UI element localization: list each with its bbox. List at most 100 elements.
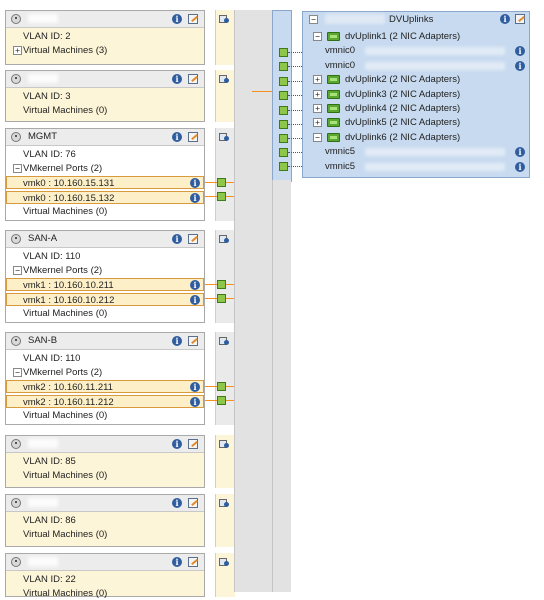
expandable-row[interactable]: − VMkernel Ports (2) bbox=[6, 162, 204, 175]
vmkernel-port-row[interactable]: vmk2 : 10.160.11.212 i bbox=[6, 394, 204, 408]
row-label: Virtual Machines (0) bbox=[23, 470, 108, 482]
port-group[interactable]: i VLAN ID: 22 Virtual Machines (0) bbox=[5, 553, 205, 599]
info-icon[interactable]: i bbox=[172, 14, 182, 24]
row-label: Virtual Machines (0) bbox=[23, 529, 108, 541]
vmkernel-port-connector[interactable] bbox=[217, 177, 226, 187]
edit-icon[interactable] bbox=[188, 557, 198, 567]
uplink-label[interactable]: dvUplink2 (2 NIC Adapters) bbox=[345, 73, 460, 86]
edit-icon[interactable] bbox=[188, 14, 198, 24]
vmkernel-port-connector[interactable] bbox=[217, 279, 226, 289]
edit-icon[interactable] bbox=[188, 336, 198, 346]
port-group-icon bbox=[11, 439, 21, 449]
edit-icon[interactable] bbox=[188, 74, 198, 84]
expand-toggle[interactable]: + bbox=[313, 89, 322, 99]
switch-body bbox=[234, 10, 272, 592]
port-group-header: SAN-B i bbox=[6, 333, 204, 350]
row-label: Virtual Machines (0) bbox=[23, 205, 108, 217]
edit-icon[interactable] bbox=[515, 14, 525, 24]
edit-icon[interactable] bbox=[188, 132, 198, 142]
row-label: vmk0 : 10.160.15.132 bbox=[23, 192, 115, 204]
uplink-label[interactable]: dvUplink3 (2 NIC Adapters) bbox=[345, 88, 460, 101]
connection-icon[interactable] bbox=[219, 335, 229, 345]
collapse-toggle[interactable]: − bbox=[13, 368, 22, 378]
uplink-port-connector[interactable] bbox=[279, 162, 288, 171]
dvuplinks-header: − DVUplinks i bbox=[303, 12, 529, 26]
port-group[interactable]: i VLAN ID: 2 + Virtual Machines (3) bbox=[5, 10, 205, 65]
info-icon[interactable]: i bbox=[172, 336, 182, 346]
expand-toggle[interactable]: + bbox=[313, 75, 322, 85]
port-group[interactable]: i VLAN ID: 85 Virtual Machines (0) bbox=[5, 435, 205, 488]
uplink-port-connector[interactable] bbox=[279, 91, 288, 100]
vmkernel-port-connector[interactable] bbox=[217, 192, 226, 202]
expand-toggle[interactable]: + bbox=[313, 104, 322, 113]
info-icon[interactable]: i bbox=[172, 498, 182, 508]
expandable-row[interactable]: − VMkernel Ports (2) bbox=[6, 366, 204, 379]
uplink-label[interactable]: dvUplink5 (2 NIC Adapters) bbox=[345, 116, 460, 129]
connection-icon[interactable] bbox=[219, 233, 229, 243]
info-icon[interactable]: i bbox=[515, 161, 525, 172]
info-icon[interactable]: i bbox=[190, 280, 200, 291]
info-icon[interactable]: i bbox=[515, 60, 525, 71]
expand-toggle[interactable]: + bbox=[313, 118, 322, 128]
collapse-toggle[interactable]: − bbox=[313, 132, 322, 142]
vmkernel-port-connector[interactable] bbox=[217, 381, 226, 391]
vmkernel-port-row[interactable]: vmk0 : 10.160.15.132 i bbox=[6, 190, 204, 204]
info-icon[interactable]: i bbox=[515, 46, 525, 57]
port-group-icon bbox=[11, 498, 21, 508]
uplink-port-connector[interactable] bbox=[279, 77, 288, 86]
vmkernel-port-row[interactable]: vmk2 : 10.160.11.211 i bbox=[6, 380, 204, 394]
port-group[interactable]: i VLAN ID: 3 Virtual Machines (0) bbox=[5, 70, 205, 122]
vmkernel-port-row[interactable]: vmk0 : 10.160.15.131 i bbox=[6, 176, 204, 190]
uplink-label[interactable]: dvUplink4 (2 NIC Adapters) bbox=[345, 102, 460, 115]
dvuplinks-panel[interactable]: − DVUplinks i − dvUplink1 (2 NIC Adapters) vm… bbox=[302, 11, 530, 178]
collapse-toggle[interactable]: − bbox=[309, 15, 318, 24]
info-icon[interactable]: i bbox=[190, 294, 200, 305]
row-label: VLAN ID: 2 bbox=[23, 31, 71, 42]
vmkernel-port-connector[interactable] bbox=[217, 294, 226, 304]
info-icon[interactable]: i bbox=[515, 147, 525, 158]
info-icon[interactable]: i bbox=[172, 234, 182, 244]
connection-icon[interactable] bbox=[219, 73, 229, 83]
port-group[interactable]: i VLAN ID: 86 Virtual Machines (0) bbox=[5, 494, 205, 547]
collapse-toggle[interactable]: − bbox=[13, 266, 22, 276]
info-icon[interactable]: i bbox=[172, 557, 182, 567]
collapse-toggle[interactable]: − bbox=[13, 164, 22, 174]
info-icon[interactable]: i bbox=[172, 439, 182, 449]
expand-toggle[interactable]: + bbox=[13, 46, 22, 56]
redacted-switch-name bbox=[325, 14, 385, 24]
collapse-toggle[interactable]: − bbox=[313, 32, 322, 41]
uplink-port-connector[interactable] bbox=[279, 48, 288, 57]
info-icon[interactable]: i bbox=[190, 192, 200, 203]
info-row: VLAN ID: 85 bbox=[6, 455, 204, 468]
info-icon[interactable]: i bbox=[190, 178, 200, 189]
info-icon[interactable]: i bbox=[172, 74, 182, 84]
vmkernel-port-connector[interactable] bbox=[217, 396, 226, 406]
port-group[interactable]: SAN-A i VLAN ID: 110− VMkernel Ports (2) vmk… bbox=[5, 230, 205, 323]
connection-icon[interactable] bbox=[219, 438, 229, 448]
info-icon[interactable]: i bbox=[500, 14, 510, 24]
uplink-port-connector[interactable] bbox=[279, 106, 288, 115]
info-icon[interactable]: i bbox=[190, 382, 200, 393]
info-icon[interactable]: i bbox=[190, 396, 200, 407]
expandable-row[interactable]: − VMkernel Ports (2) bbox=[6, 264, 204, 277]
vmkernel-port-row[interactable]: vmk1 : 10.160.10.211 i bbox=[6, 278, 204, 292]
edit-icon[interactable] bbox=[188, 234, 198, 244]
port-group[interactable]: SAN-B i VLAN ID: 110− VMkernel Ports (2) vmk… bbox=[5, 332, 205, 425]
connection-icon[interactable] bbox=[219, 13, 229, 23]
edit-icon[interactable] bbox=[188, 498, 198, 508]
uplink-port-connector[interactable] bbox=[279, 148, 288, 157]
uplink-port-connector[interactable] bbox=[279, 62, 288, 71]
info-icon[interactable]: i bbox=[172, 132, 182, 142]
port-group[interactable]: MGMT i VLAN ID: 76− VMkernel Ports (2) vmk0 … bbox=[5, 128, 205, 221]
connection-icon[interactable] bbox=[219, 131, 229, 141]
edit-icon[interactable] bbox=[188, 439, 198, 449]
uplink-label[interactable]: dvUplink6 (2 NIC Adapters) bbox=[345, 131, 460, 144]
connection-icon[interactable] bbox=[219, 556, 229, 566]
expandable-row[interactable]: + Virtual Machines (3) bbox=[6, 44, 204, 57]
uplink-port-connector[interactable] bbox=[279, 120, 288, 129]
vmkernel-port-row[interactable]: vmk1 : 10.160.10.212 i bbox=[6, 292, 204, 306]
connection-icon[interactable] bbox=[219, 497, 229, 507]
uplink-port-connector[interactable] bbox=[279, 134, 288, 143]
uplink-label[interactable]: dvUplink1 (2 NIC Adapters) bbox=[345, 30, 460, 43]
info-row: Virtual Machines (0) bbox=[6, 409, 204, 422]
